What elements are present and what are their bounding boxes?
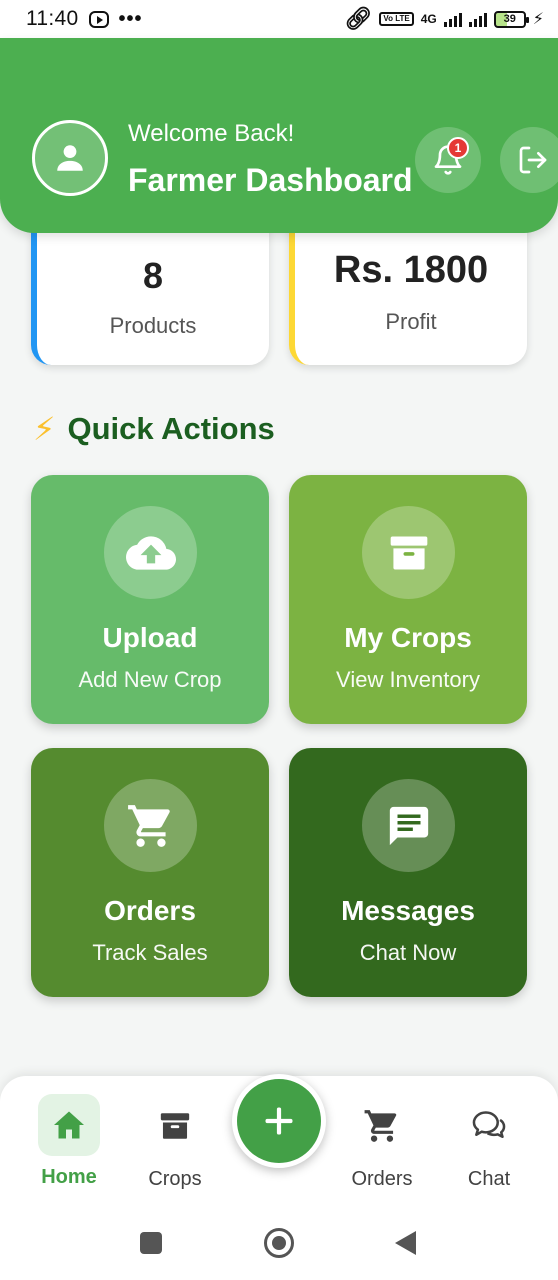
products-label: Products (109, 313, 197, 338)
lightning-icon: ⚡ (33, 411, 56, 447)
nav-home[interactable]: Home (19, 1094, 119, 1189)
volte-icon: Vo LTE (379, 12, 414, 26)
logout-icon (519, 146, 547, 174)
orders-subtitle: Track Sales (92, 940, 208, 965)
upload-icon-circle (104, 506, 197, 599)
nav-crops[interactable]: Crops (125, 1094, 225, 1191)
welcome-text: Welcome Back! (128, 120, 295, 147)
my-crops-subtitle: View Inventory (336, 667, 480, 692)
system-home-button[interactable] (264, 1228, 294, 1258)
profit-amount: Rs. 1800 (333, 249, 489, 291)
page-title: Farmer Dashboard (128, 162, 413, 198)
cart-icon (364, 1110, 397, 1142)
add-crop-fab-button[interactable] (232, 1074, 326, 1168)
cart-icon (127, 804, 170, 847)
nav-orders-label: Orders (351, 1168, 413, 1190)
home-icon (54, 1111, 84, 1139)
nav-chat-label: Chat (467, 1168, 511, 1190)
battery-icon: 39 (493, 10, 529, 28)
more-notifications-icon: ••• (118, 7, 143, 30)
upload-title: Upload (102, 622, 198, 653)
nav-orders[interactable]: Orders (332, 1094, 432, 1191)
status-bar: 11:40 ••• 🔗︎ Vo LTE 4G 39 ⚡︎ (0, 0, 558, 38)
upload-subtitle: Add New Crop (78, 667, 222, 692)
user-icon (57, 145, 83, 171)
my-crops-icon-circle (362, 506, 455, 599)
nav-chat[interactable]: Chat (439, 1094, 539, 1191)
cloud-upload-icon (125, 535, 176, 570)
nav-home-label: Home (41, 1166, 97, 1188)
messages-icon-circle (362, 779, 455, 872)
orders-icon-wrap (332, 1094, 432, 1158)
home-icon-wrap (38, 1094, 100, 1156)
notifications-button[interactable]: 1 (415, 127, 481, 193)
upload-card[interactable]: Upload Add New Crop (31, 475, 269, 724)
recent-apps-button[interactable] (140, 1232, 162, 1254)
plus-icon (265, 1107, 293, 1135)
orders-icon-circle (104, 779, 197, 872)
messages-card[interactable]: Messages Chat Now (289, 748, 527, 997)
products-count: 8 (142, 255, 164, 296)
dashboard-header: Welcome Back! Farmer Dashboard 1 (0, 38, 558, 233)
messages-title: Messages (341, 895, 475, 926)
system-navigation-bar (0, 1202, 558, 1280)
chat-icon-wrap (439, 1094, 539, 1158)
orders-title: Orders (104, 895, 196, 926)
profit-label: Profit (385, 309, 437, 334)
network-type: 4G (420, 12, 437, 26)
my-crops-card[interactable]: My Crops View Inventory (289, 475, 527, 724)
my-crops-title: My Crops (344, 622, 472, 653)
status-time: 11:40 (26, 7, 79, 30)
logout-button[interactable] (500, 127, 558, 193)
nav-crops-label: Crops (148, 1168, 202, 1190)
crops-icon-wrap (125, 1094, 225, 1158)
quick-actions-heading: ⚡ Quick Actions (33, 410, 275, 448)
archive-box-icon (160, 1113, 190, 1139)
system-back-button[interactable] (395, 1231, 416, 1255)
chat-bubbles-icon (472, 1111, 506, 1139)
charging-icon: ⚡︎ (532, 11, 544, 28)
orders-card[interactable]: Orders Track Sales (31, 748, 269, 997)
signal-icon-2 (468, 11, 487, 27)
avatar[interactable] (32, 120, 108, 196)
youtube-notification-icon (88, 10, 109, 28)
notification-badge: 1 (447, 137, 469, 159)
signal-icon (443, 11, 462, 27)
link-icon: 🔗︎ (344, 6, 373, 31)
archive-box-icon (390, 536, 427, 569)
quick-actions-title: Quick Actions (67, 411, 275, 446)
messages-subtitle: Chat Now (359, 940, 457, 965)
message-icon (389, 806, 428, 845)
